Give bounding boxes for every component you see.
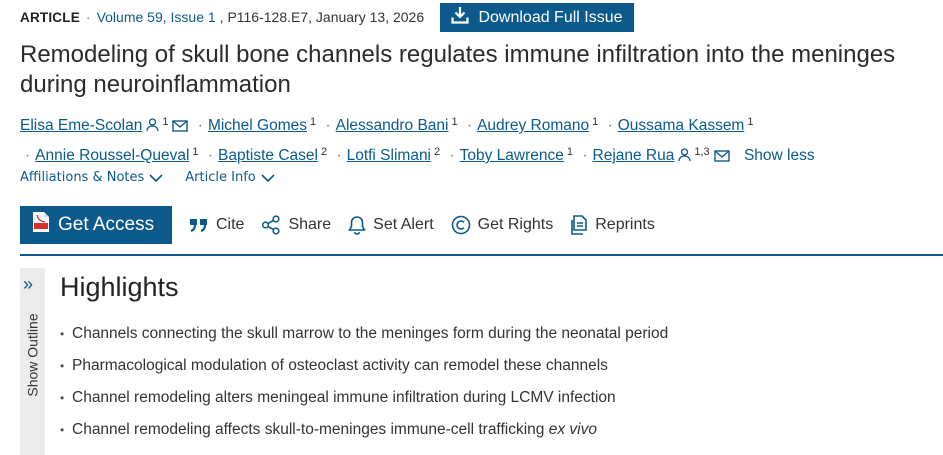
highlight-emphasis: ex vivo bbox=[548, 421, 597, 438]
author-name[interactable]: Annie Roussel-Queval bbox=[35, 147, 189, 164]
author-name[interactable]: Toby Lawrence bbox=[460, 147, 564, 164]
mail-icon[interactable] bbox=[713, 145, 730, 170]
set-alert-button[interactable]: Set Alert bbox=[348, 215, 434, 235]
download-icon bbox=[451, 6, 470, 29]
person-icon[interactable] bbox=[146, 115, 159, 140]
author-item: · Oussama Kassem 1 bbox=[603, 116, 754, 134]
highlights-heading: Highlights bbox=[60, 272, 179, 302]
author-item: · Audrey Romano 1 bbox=[462, 116, 598, 134]
reprints-button[interactable]: Reprints bbox=[570, 215, 655, 235]
author-item: · Alessandro Bani 1 bbox=[320, 116, 457, 134]
share-button[interactable]: Share bbox=[261, 215, 331, 235]
author-separator: · bbox=[207, 147, 214, 164]
show-outline-tab[interactable]: » bbox=[20, 268, 45, 455]
author-separator: · bbox=[582, 147, 588, 164]
author-item: · Annie Roussel-Queval 1 bbox=[20, 146, 199, 164]
author-name[interactable]: Baptiste Casel bbox=[218, 147, 318, 164]
affiliation-ref[interactable]: 1 bbox=[162, 116, 168, 128]
author-list: Elisa Eme-Scolan 1 · Michel Gomes 1 · Alessa… bbox=[20, 110, 935, 170]
share-icon bbox=[262, 215, 281, 235]
author-separator: · bbox=[197, 117, 203, 134]
download-label: Download Full Issue bbox=[478, 8, 623, 26]
highlight-item: • Channel remodeling affects skull-to-men… bbox=[60, 416, 668, 448]
article-type: ARTICLE bbox=[20, 9, 80, 25]
author-separator: · bbox=[325, 117, 331, 134]
highlight-text: Channel remodeling alters meningeal immu… bbox=[72, 389, 616, 406]
cite-label: Cite bbox=[216, 216, 245, 233]
meta-separator: · bbox=[85, 9, 91, 25]
person-icon[interactable] bbox=[678, 145, 692, 170]
reprints-label: Reprints bbox=[595, 216, 655, 233]
highlight-text: Channels connecting the skull marrow to … bbox=[72, 325, 669, 342]
get-access-label: Get Access bbox=[58, 214, 155, 235]
copyright-icon bbox=[451, 215, 470, 235]
bullet: • bbox=[60, 359, 65, 373]
author-item: · Rejane Rua 1,3 bbox=[577, 146, 730, 164]
article-meta: ARTICLE · Volume 59, Issue 1 , P116-128.… bbox=[20, 3, 424, 31]
author-separator: · bbox=[449, 147, 455, 164]
set-alert-label: Set Alert bbox=[373, 216, 434, 233]
author-name[interactable]: Michel Gomes bbox=[208, 117, 307, 134]
highlight-text: Channel remodeling affects skull-to-meni… bbox=[72, 421, 597, 438]
reprints-icon bbox=[571, 215, 588, 235]
affiliations-label: Affiliations & Notes bbox=[20, 170, 145, 185]
cite-button[interactable]: Cite bbox=[189, 216, 244, 234]
author-item: · Baptiste Casel 2 bbox=[203, 146, 327, 164]
pages-date: , P116-128.E7, January 13, 2026 bbox=[219, 9, 425, 25]
author-name[interactable]: Oussama Kassem bbox=[618, 117, 745, 134]
get-rights-button[interactable]: Get Rights bbox=[451, 215, 554, 235]
highlight-text: Pharmacological modulation of osteoclast… bbox=[72, 357, 608, 374]
article-toolbar: Get Access Cite Share Set Alert Get Righ… bbox=[20, 206, 943, 244]
author-separator: · bbox=[336, 147, 342, 164]
author-name[interactable]: Rejane Rua bbox=[593, 147, 675, 164]
affiliation-ref[interactable]: 1 bbox=[451, 116, 457, 128]
pdf-icon bbox=[32, 211, 50, 239]
volume-link[interactable]: Volume 59, Issue 1 bbox=[97, 9, 216, 25]
share-label: Share bbox=[288, 216, 332, 233]
author-item: Elisa Eme-Scolan 1 bbox=[20, 116, 189, 134]
quote-icon bbox=[190, 219, 207, 233]
chevron-right-double-icon: » bbox=[23, 274, 34, 294]
download-full-issue-button[interactable]: Download Full Issue bbox=[440, 3, 634, 32]
article-info-toggle[interactable]: Article Info bbox=[185, 170, 275, 185]
author-separator: · bbox=[607, 117, 613, 134]
affiliation-ref[interactable]: 2 bbox=[321, 146, 327, 158]
affiliation-ref[interactable]: 1 bbox=[310, 116, 316, 128]
affiliation-ref[interactable]: 1 bbox=[747, 116, 753, 128]
affiliation-ref[interactable]: 1,3 bbox=[694, 146, 709, 158]
mail-icon[interactable] bbox=[172, 115, 189, 140]
affiliation-ref[interactable]: 1 bbox=[592, 116, 598, 128]
toolbar-divider bbox=[20, 254, 943, 256]
bullet: • bbox=[60, 423, 65, 437]
author-item: · Toby Lawrence 1 bbox=[444, 146, 573, 164]
affiliation-ref[interactable]: 1 bbox=[567, 146, 573, 158]
author-name[interactable]: Alessandro Bani bbox=[336, 117, 449, 134]
bullet: • bbox=[60, 327, 65, 341]
article-detail-toggles: Affiliations & Notes Article Info bbox=[20, 170, 275, 185]
author-separator: · bbox=[466, 117, 473, 134]
author-separator: · bbox=[25, 147, 31, 164]
author-item: · Michel Gomes 1 bbox=[193, 116, 316, 134]
affiliation-ref[interactable]: 2 bbox=[434, 146, 440, 158]
show-less-link[interactable]: Show less bbox=[744, 147, 815, 164]
bullet: • bbox=[60, 391, 65, 405]
bell-icon bbox=[348, 216, 367, 235]
article-info-label: Article Info bbox=[185, 170, 256, 185]
highlight-item: • Channel remodeling alters meningeal imm… bbox=[60, 384, 668, 416]
highlights-list: • Channels connecting the skull marrow to… bbox=[60, 320, 668, 448]
chevron-down-icon bbox=[149, 173, 163, 182]
get-rights-label: Get Rights bbox=[477, 216, 554, 233]
chevron-down-icon bbox=[261, 173, 275, 182]
author-name[interactable]: Audrey Romano bbox=[477, 117, 589, 134]
affiliation-ref[interactable]: 1 bbox=[192, 146, 198, 158]
get-access-button[interactable]: Get Access bbox=[20, 206, 172, 244]
author-name[interactable]: Lotfi Slimani bbox=[347, 147, 431, 164]
highlight-item: • Pharmacological modulation of osteoclas… bbox=[60, 352, 668, 384]
author-name[interactable]: Elisa Eme-Scolan bbox=[20, 117, 142, 134]
affiliations-toggle[interactable]: Affiliations & Notes bbox=[20, 170, 163, 185]
highlight-item: • Channels connecting the skull marrow to… bbox=[60, 320, 668, 352]
article-title: Remodeling of skull bone channels regula… bbox=[20, 41, 896, 98]
author-item: · Lotfi Slimani 2 bbox=[331, 146, 440, 164]
